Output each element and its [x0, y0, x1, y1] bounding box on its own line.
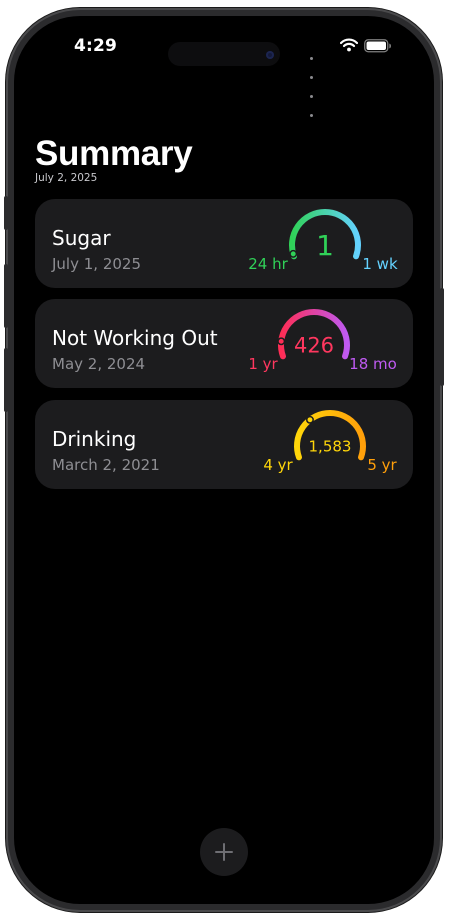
streak-card-not-working-out[interactable]: Not Working Out May 2, 2024 426 1 yr 18 … [35, 299, 413, 388]
dynamic-island [168, 42, 280, 66]
streak-gauge: 1,583 4 yr 5 yr [263, 410, 398, 474]
gauge-right-label: 1 wk [362, 255, 398, 273]
battery-icon [364, 39, 391, 53]
gauge-right-label: 18 mo [349, 355, 397, 373]
page-date: July 2, 2025 [35, 172, 98, 184]
volume-down-button [4, 348, 8, 412]
action-button [4, 196, 8, 230]
gauge-marker [277, 337, 286, 346]
gauge-marker [289, 249, 298, 258]
streak-count: 1 [316, 229, 334, 262]
page-title: Summary [35, 134, 193, 173]
volume-up-button [4, 264, 8, 328]
streak-gauge: 1 24 hr 1 wk [248, 209, 398, 273]
streak-gauge: 426 1 yr 18 mo [248, 309, 397, 373]
gauge-left-label: 1 yr [248, 355, 278, 373]
gauge-left-label: 4 yr [263, 456, 293, 474]
front-camera [266, 51, 274, 59]
status-bar: 4:29 [14, 16, 434, 117]
power-button [440, 288, 444, 386]
status-time: 4:29 [74, 36, 118, 56]
streak-count: 426 [294, 334, 334, 358]
app-screen: 4:29 Summary July 2, 2025 Sugar July 1, … [14, 16, 434, 904]
gauge-left-label: 24 hr [248, 255, 288, 273]
streak-count: 1,583 [309, 437, 352, 455]
add-button[interactable] [200, 828, 248, 876]
gauge-right-label: 5 yr [367, 456, 397, 474]
wifi-icon [340, 38, 358, 52]
streak-card-drinking[interactable]: Drinking March 2, 2021 1,583 4 yr 5 yr [35, 400, 413, 489]
plus-icon [215, 843, 233, 861]
gauge-marker [306, 415, 314, 424]
streak-card-sugar[interactable]: Sugar July 1, 2025 1 24 hr 1 wk [35, 199, 413, 288]
signal-icon [310, 45, 315, 121]
